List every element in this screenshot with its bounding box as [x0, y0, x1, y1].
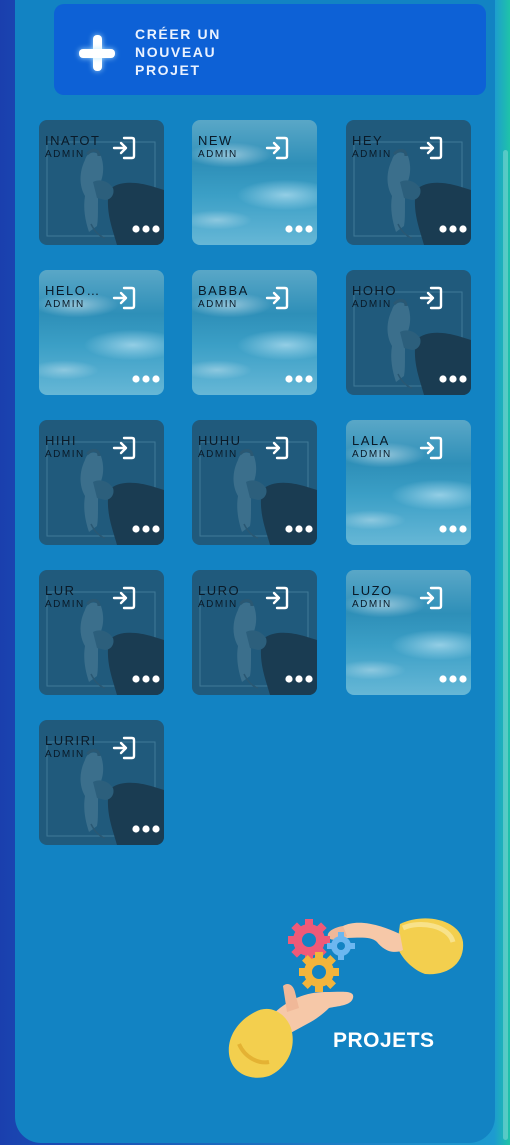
project-role: ADMIN [198, 299, 238, 310]
project-role: ADMIN [352, 299, 392, 310]
project-name: HELO… [45, 284, 101, 298]
enter-icon[interactable] [111, 585, 137, 611]
project-name: LURIRI [45, 734, 97, 748]
project-role: ADMIN [45, 299, 85, 310]
more-options-icon[interactable] [131, 822, 161, 836]
project-card[interactable]: INATOT ADMIN [39, 120, 164, 245]
project-card[interactable]: HIHI ADMIN [39, 420, 164, 545]
more-options-icon[interactable] [284, 372, 314, 386]
project-role: ADMIN [45, 449, 85, 460]
more-options-icon[interactable] [438, 372, 468, 386]
more-options-icon[interactable] [131, 672, 161, 686]
project-role: ADMIN [45, 599, 85, 610]
project-card[interactable]: LUZO ADMIN [346, 570, 471, 695]
more-options-icon[interactable] [284, 672, 314, 686]
project-card[interactable]: HOHO ADMIN [346, 270, 471, 395]
project-name: HUHU [198, 434, 242, 448]
project-role: ADMIN [352, 149, 392, 160]
project-name: HEY [352, 134, 384, 148]
project-card[interactable]: BABBA ADMIN [192, 270, 317, 395]
project-role: ADMIN [198, 149, 238, 160]
project-name: LUZO [352, 584, 393, 598]
scrollbar[interactable] [503, 150, 508, 1140]
more-options-icon[interactable] [131, 522, 161, 536]
project-role: ADMIN [198, 599, 238, 610]
project-role: ADMIN [352, 599, 392, 610]
enter-icon[interactable] [264, 435, 290, 461]
enter-icon[interactable] [418, 285, 444, 311]
project-name: LALA [352, 434, 390, 448]
more-options-icon[interactable] [284, 222, 314, 236]
project-card[interactable]: LALA ADMIN [346, 420, 471, 545]
projects-section-title: PROJETS [333, 1029, 435, 1052]
enter-icon[interactable] [264, 285, 290, 311]
project-card[interactable]: LUR ADMIN [39, 570, 164, 695]
project-name: LUR [45, 584, 76, 598]
more-options-icon[interactable] [131, 372, 161, 386]
project-card[interactable]: LURIRI ADMIN [39, 720, 164, 845]
project-card[interactable]: HELO… ADMIN [39, 270, 164, 395]
project-name: LURO [198, 584, 241, 598]
more-options-icon[interactable] [438, 522, 468, 536]
enter-icon[interactable] [264, 135, 290, 161]
project-name: HIHI [45, 434, 77, 448]
enter-icon[interactable] [111, 135, 137, 161]
create-project-label: CRÉER UN NOUVEAU PROJET [135, 26, 221, 78]
project-name: NEW [198, 134, 233, 148]
enter-icon[interactable] [418, 585, 444, 611]
project-role: ADMIN [45, 149, 85, 160]
project-card[interactable]: HEY ADMIN [346, 120, 471, 245]
enter-icon[interactable] [111, 435, 137, 461]
enter-icon[interactable] [418, 435, 444, 461]
create-project-button[interactable]: CRÉER UN NOUVEAU PROJET [54, 4, 486, 95]
more-options-icon[interactable] [284, 522, 314, 536]
project-card[interactable]: LURO ADMIN [192, 570, 317, 695]
project-role: ADMIN [198, 449, 238, 460]
plus-icon [79, 35, 115, 71]
project-role: ADMIN [45, 749, 85, 760]
enter-icon[interactable] [111, 735, 137, 761]
project-role: ADMIN [352, 449, 392, 460]
more-options-icon[interactable] [438, 222, 468, 236]
enter-icon[interactable] [111, 285, 137, 311]
hands-gears-illustration [228, 918, 464, 1078]
project-name: INATOT [45, 134, 101, 148]
enter-icon[interactable] [264, 585, 290, 611]
project-card[interactable]: HUHU ADMIN [192, 420, 317, 545]
project-name: BABBA [198, 284, 249, 298]
more-options-icon[interactable] [438, 672, 468, 686]
enter-icon[interactable] [418, 135, 444, 161]
more-options-icon[interactable] [131, 222, 161, 236]
project-name: HOHO [352, 284, 397, 298]
project-card[interactable]: NEW ADMIN [192, 120, 317, 245]
